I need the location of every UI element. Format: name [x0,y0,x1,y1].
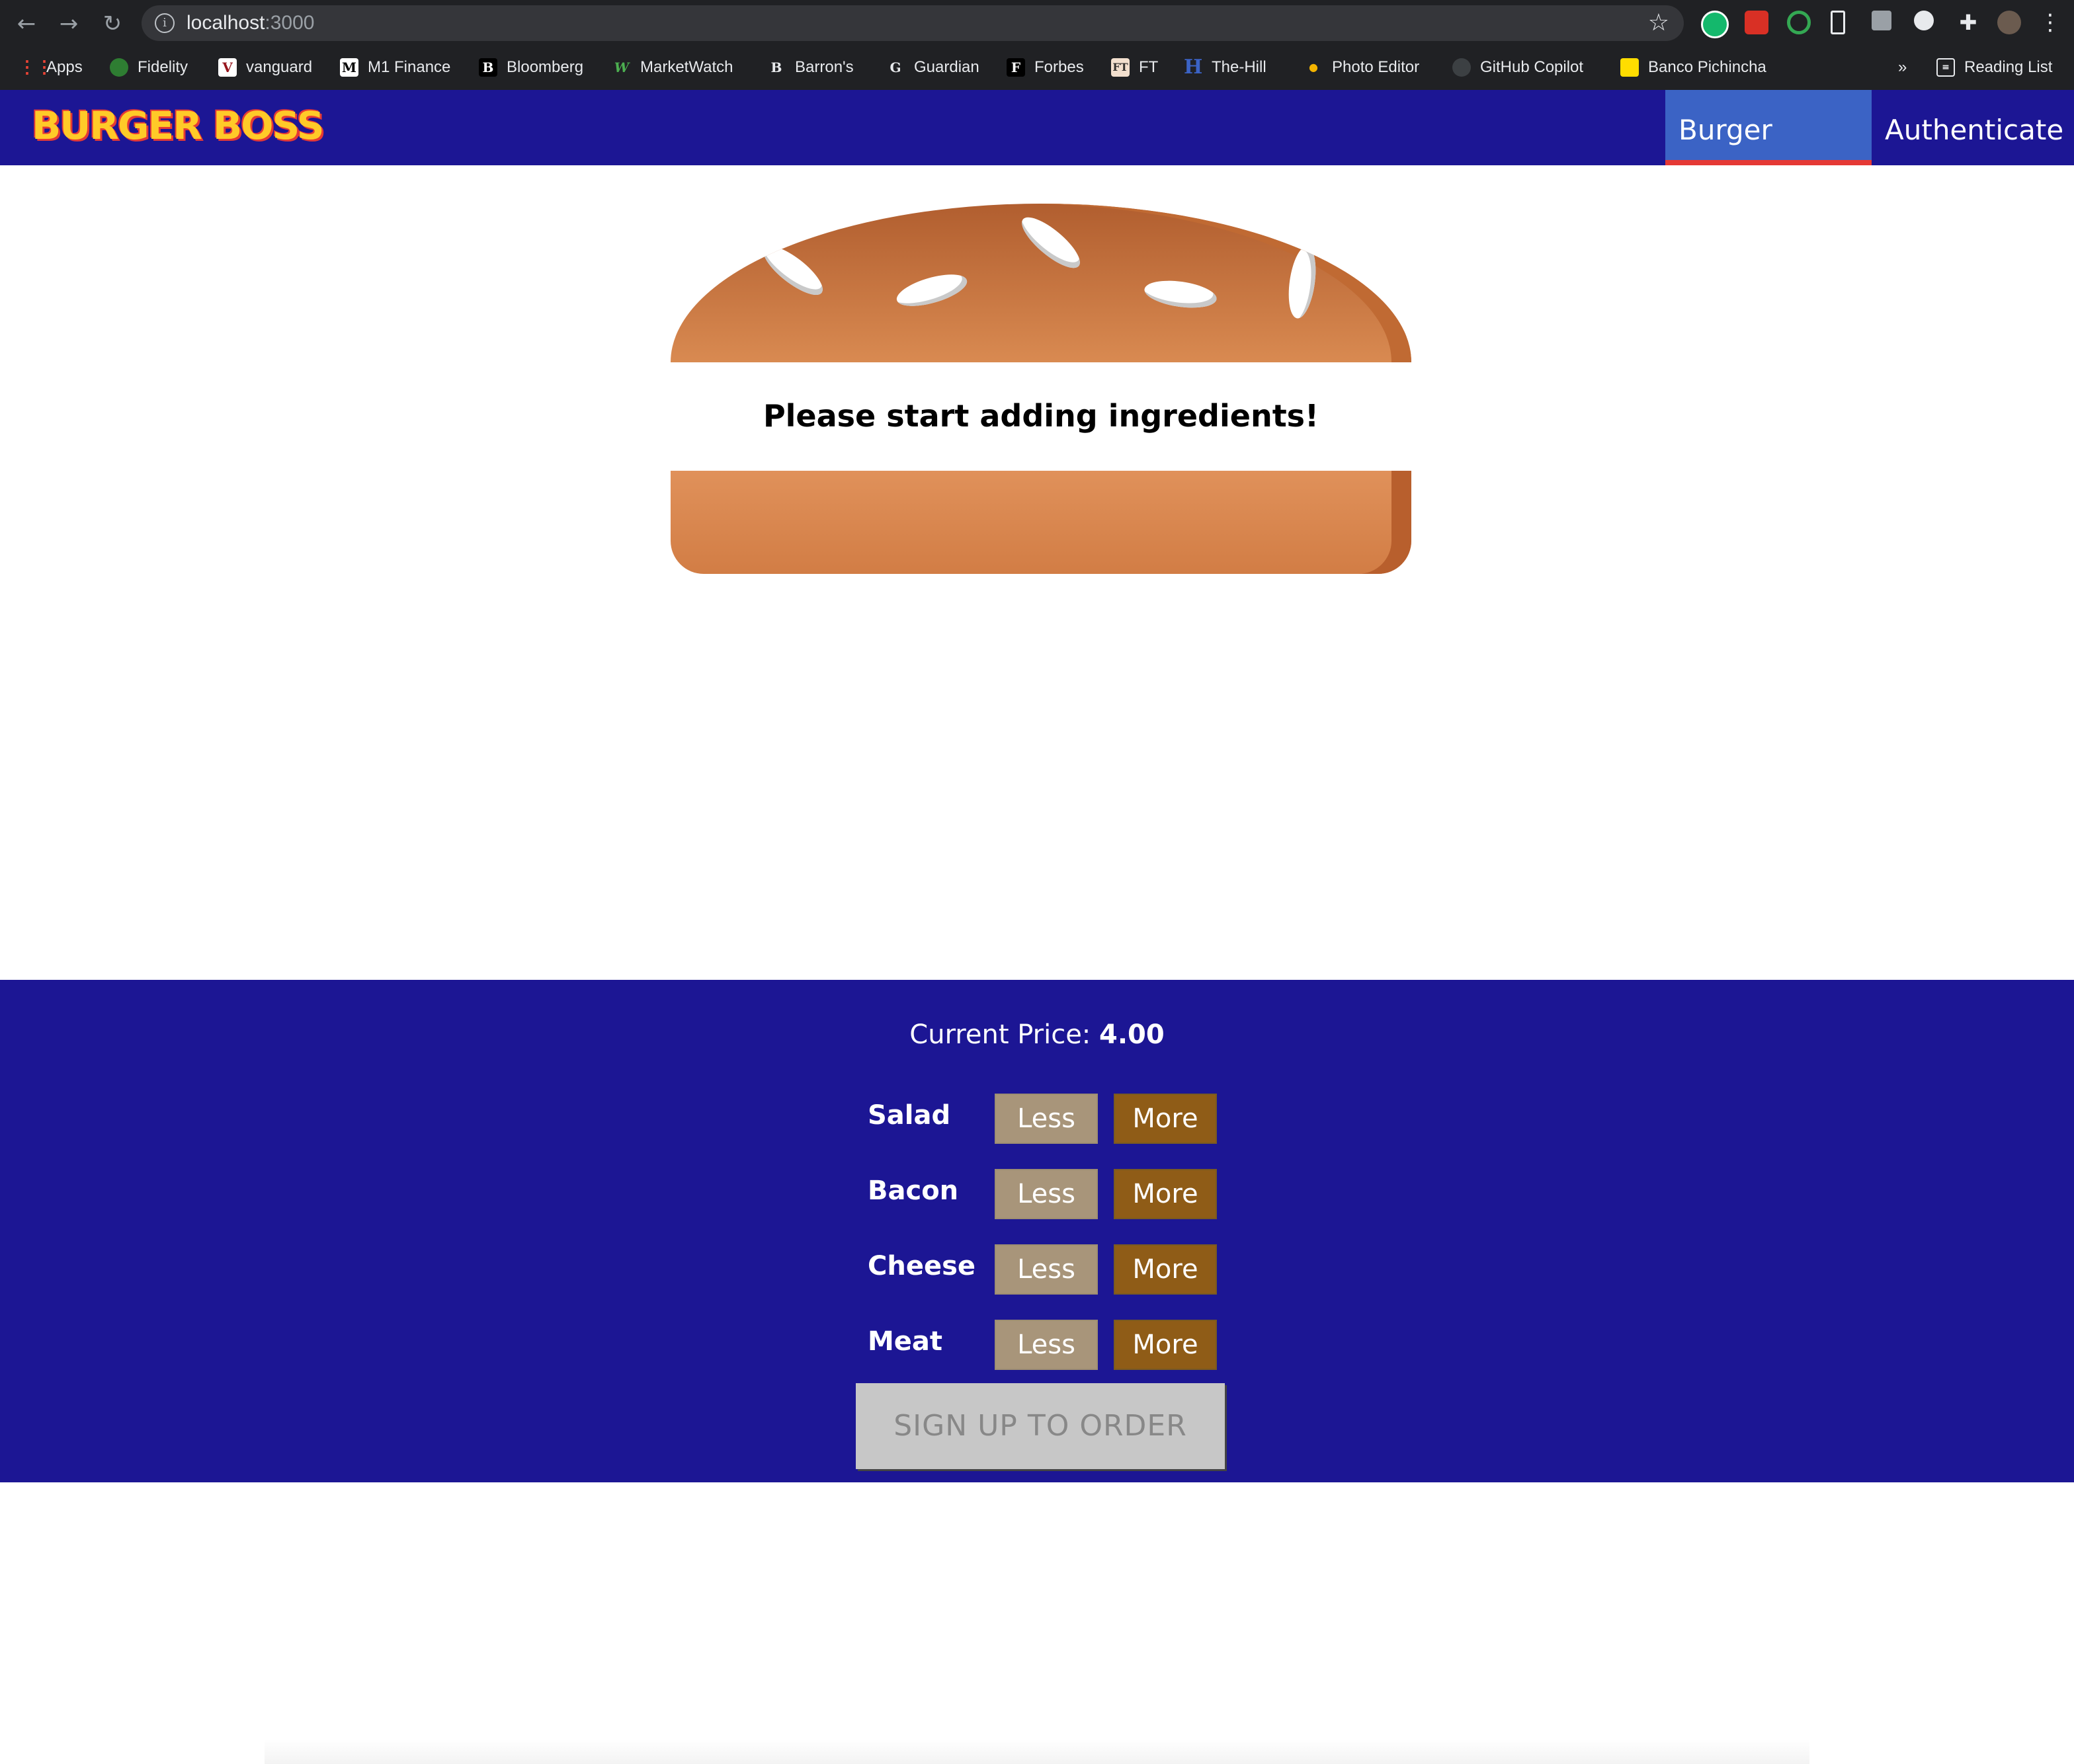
price-value: 4.00 [1099,1020,1165,1050]
ingredient-label: Bacon [868,1176,959,1206]
ft-icon: FT [1111,58,1130,77]
bookmark-ft[interactable]: FT FT [1111,54,1158,81]
browser-titlebar: ← → ↻ i localhost:3000 ☆ ✚ ⋮ [0,0,2074,46]
menu-icon[interactable]: ⋮ [2038,11,2062,34]
bookmark-m1-finance[interactable]: M M1 Finance [340,54,450,81]
bookmark-the-hill[interactable]: H The-Hill [1184,54,1266,81]
salad-less-button[interactable]: Less [995,1094,1098,1144]
bookmark-marketwatch[interactable]: W MarketWatch [612,54,733,81]
pichincha-icon [1620,58,1639,77]
bookmark-bloomberg[interactable]: B Bloomberg [479,54,583,81]
seed [893,268,971,313]
marketwatch-icon: W [614,60,630,75]
github-icon [1452,58,1471,77]
build-control-salad: Salad Less More [868,1094,1225,1146]
bread-top [671,204,1411,362]
the-hill-icon: H [1184,56,1203,79]
bookmarks-bar: ⋮⋮ Apps Fidelity Vvanguard M M1 Finance BB… [0,46,2074,90]
reading-list-icon: ≡ [1936,58,1955,77]
bookmark-github-copilot[interactable]: GitHub Copilot [1452,54,1583,81]
site-info-icon[interactable]: i [155,13,175,33]
back-icon[interactable]: ← [12,9,41,38]
build-control-meat: Meat Less More [868,1320,1225,1373]
bookmark-apps[interactable]: ⋮⋮ Apps [19,54,83,81]
nav-authenticate[interactable]: Authenticate [1872,90,2074,165]
empty-burger-message: Please start adding ingredients! [763,398,1319,434]
target-extension-icon[interactable] [1787,11,1811,34]
bookmark-guardian[interactable]: G Guardian [886,54,979,81]
build-controls: Current Price: 4.00 Salad Less More Baco… [0,980,2074,1482]
ingredient-label: Salad [868,1100,951,1131]
apps-grid-icon: ⋮⋮ [19,58,53,77]
ingredient-label: Meat [868,1326,943,1357]
bacon-more-button[interactable]: More [1114,1169,1217,1219]
bookmark-banco-pichincha[interactable]: Banco Pichincha [1620,54,1766,81]
photo-editor-icon: ● [1309,61,1318,73]
reading-list[interactable]: ≡ Reading List [1936,54,2052,81]
puzzle-icon[interactable]: ✚ [1956,11,1980,34]
forbes-icon: F [1007,58,1025,77]
bookmark-extension-icon[interactable] [1831,11,1845,34]
forward-icon[interactable]: → [54,9,83,38]
burger-boss-logo[interactable]: BURGER BOSS [32,103,324,148]
seed [1142,276,1219,312]
page-bottom-shadow [265,1739,1809,1764]
bookmark-vanguard[interactable]: Vvanguard [218,54,312,81]
bread-bottom [671,471,1411,574]
bookmark-fidelity[interactable]: Fidelity [110,54,188,81]
app-toolbar: BURGER BOSS Burger Builder Authenticate [0,90,2074,227]
build-control-cheese: Cheese Less More [868,1244,1225,1297]
vanguard-icon: V [218,58,237,77]
bookmark-photo-editor[interactable]: ● Photo Editor [1304,54,1419,81]
build-control-bacon: Bacon Less More [868,1169,1225,1222]
bookmark-forbes[interactable]: F Forbes [1007,54,1084,81]
current-price: Current Price: 4.00 [909,1020,1165,1050]
seed [756,238,830,303]
sign-up-to-order-button[interactable]: SIGN UP TO ORDER [856,1383,1225,1469]
bookmark-star-icon[interactable]: ☆ [1648,9,1669,36]
circle-extension-icon[interactable] [1914,11,1934,30]
extension-icon[interactable] [1745,11,1768,34]
guardian-icon: G [890,60,901,75]
barrons-icon: B [770,60,782,75]
bookmarks-overflow-icon[interactable]: » [1898,54,1907,81]
ingredient-label: Cheese [868,1251,976,1281]
address-bar[interactable]: i localhost:3000 ☆ [142,5,1684,41]
bloomberg-icon: B [479,58,497,77]
url-text[interactable]: localhost:3000 [187,12,314,34]
cheese-less-button[interactable]: Less [995,1244,1098,1295]
salad-more-button[interactable]: More [1114,1094,1217,1144]
seed [1284,244,1320,321]
profile-avatar[interactable] [1997,11,2021,34]
reload-icon[interactable]: ↻ [98,9,127,38]
burger-preview: Please start adding ingredients! [671,204,1411,574]
meat-less-button[interactable]: Less [995,1320,1098,1370]
cheese-more-button[interactable]: More [1114,1244,1217,1295]
seed [1015,210,1087,276]
m1-icon: M [340,58,358,77]
bookmark-barrons[interactable]: B Barron's [767,54,854,81]
nav-burger-builder[interactable]: Burger Builder [1665,90,1872,227]
copy-extension-icon[interactable] [1872,11,1891,30]
bacon-less-button[interactable]: Less [995,1169,1098,1219]
grammarly-extension-icon[interactable] [1701,11,1729,38]
meat-more-button[interactable]: More [1114,1320,1217,1370]
fidelity-icon [110,58,128,77]
